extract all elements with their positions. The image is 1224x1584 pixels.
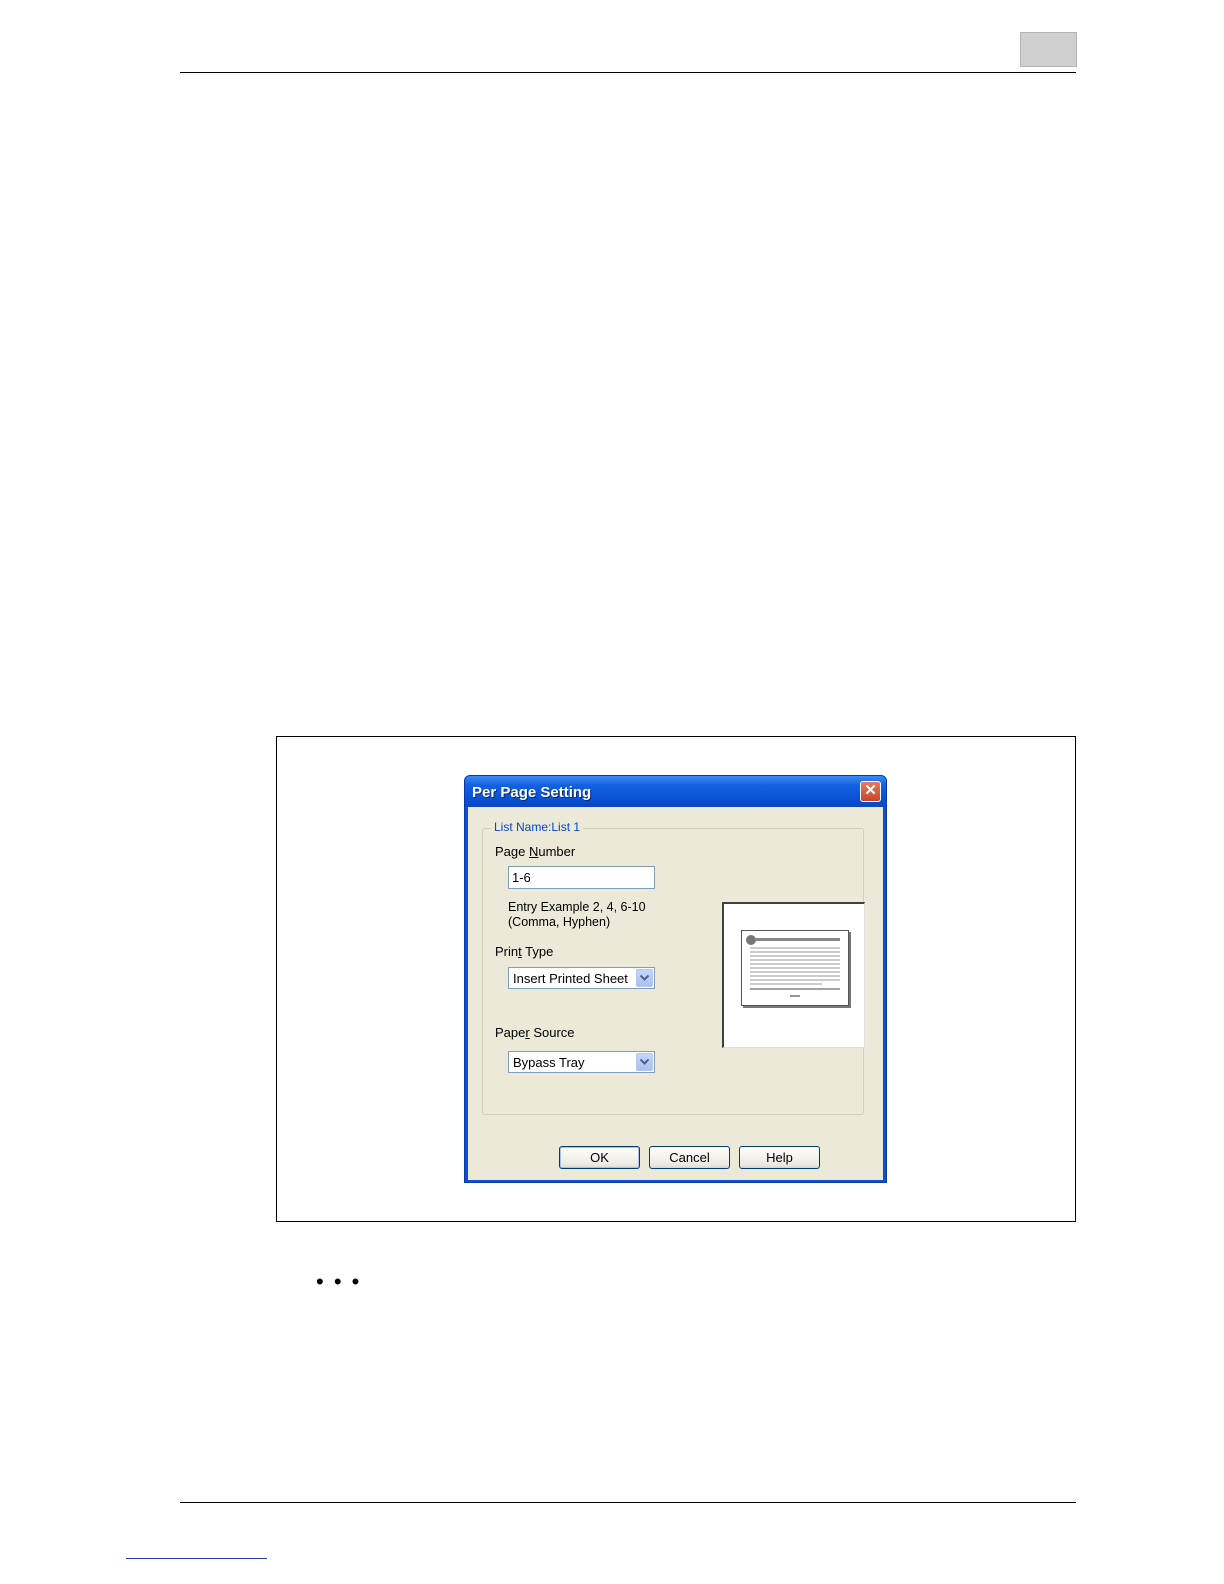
footer-rule	[180, 1502, 1076, 1503]
chapter-tab	[1020, 32, 1077, 67]
page-number-input[interactable]: 1-6	[508, 866, 655, 889]
help-button[interactable]: Help	[739, 1146, 820, 1169]
print-type-value: Insert Printed Sheet	[513, 971, 628, 986]
paper-source-label: Paper Source	[495, 1025, 575, 1040]
list-group-box: List Name:List 1 Page Number 1-6 Entry E…	[482, 820, 865, 1115]
dialog-title: Per Page Setting	[472, 784, 592, 801]
chevron-down-icon[interactable]	[636, 969, 653, 987]
group-label: List Name:List 1	[491, 820, 584, 834]
continuation-marker: • • •	[316, 1269, 362, 1294]
chevron-down-icon[interactable]	[636, 1053, 653, 1071]
paper-source-value: Bypass Tray	[513, 1055, 585, 1070]
entry-example-text: Entry Example 2, 4, 6-10 (Comma, Hyphen)	[508, 900, 646, 929]
header-rule	[180, 72, 1076, 73]
page-number-label: Page Number	[495, 844, 576, 859]
cancel-button[interactable]: Cancel	[649, 1146, 730, 1169]
close-button[interactable]: ✕	[860, 781, 881, 802]
dialog-client: List Name:List 1 Page Number 1-6 Entry E…	[468, 807, 883, 1180]
per-page-setting-dialog: Per Page Setting ✕ List Name:List 1 Page…	[464, 775, 887, 1183]
footer-link-underline	[126, 1558, 267, 1559]
print-type-select[interactable]: Insert Printed Sheet	[508, 967, 655, 989]
page-number-value: 1-6	[512, 870, 531, 885]
print-type-label: Print Type	[495, 944, 554, 959]
close-icon: ✕	[864, 782, 877, 799]
paper-source-select[interactable]: Bypass Tray	[508, 1051, 655, 1073]
dialog-titlebar[interactable]: Per Page Setting ✕	[465, 776, 886, 807]
page-preview	[722, 902, 865, 1048]
preview-sheet-icon	[741, 930, 849, 1006]
ok-button[interactable]: OK	[559, 1146, 640, 1169]
